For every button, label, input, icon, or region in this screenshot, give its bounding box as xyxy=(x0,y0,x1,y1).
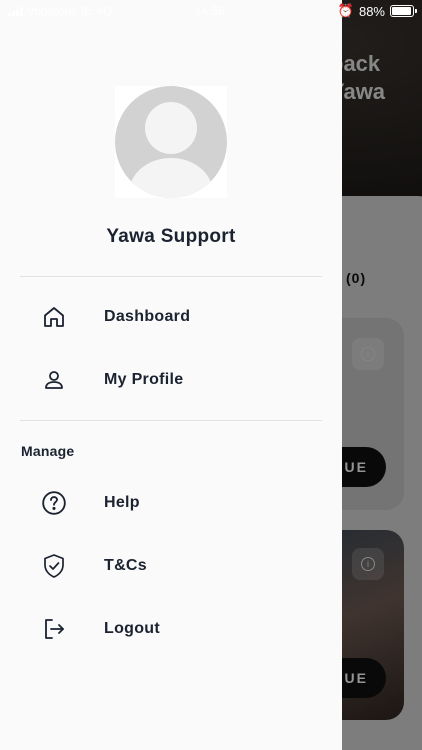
menu-item-dashboard[interactable]: Dashboard xyxy=(0,292,342,342)
shield-check-icon xyxy=(41,553,67,579)
status-right: ⏰ 88% xyxy=(337,3,417,19)
menu-item-help[interactable]: Help xyxy=(0,478,342,528)
status-bar: Vodafone IE 4G 14:56 ⏰ 88% xyxy=(0,0,422,22)
divider xyxy=(20,276,322,277)
menu-item-label: Logout xyxy=(104,620,160,637)
menu-item-label: Dashboard xyxy=(104,308,191,325)
menu-item-logout[interactable]: Logout xyxy=(0,604,342,654)
status-left: Vodafone IE 4G xyxy=(8,4,112,18)
divider xyxy=(20,420,322,421)
navigation-drawer: Yawa Support Dashboard My Profile Manage xyxy=(0,0,342,750)
user-name: Yawa Support xyxy=(106,226,236,247)
menu-item-terms[interactable]: T&Cs xyxy=(0,541,342,591)
help-circle-icon xyxy=(41,490,67,516)
signal-icon xyxy=(8,6,23,16)
avatar-placeholder-icon xyxy=(115,86,227,198)
menu-item-label: Help xyxy=(104,494,140,511)
clock: 14:56 xyxy=(195,4,226,18)
battery-percent: 88% xyxy=(358,3,385,19)
alarm-icon: ⏰ xyxy=(337,3,354,18)
avatar[interactable] xyxy=(115,86,227,198)
menu-item-label: T&Cs xyxy=(104,557,147,574)
network-label: 4G xyxy=(96,4,113,18)
menu-item-label: My Profile xyxy=(104,371,184,388)
menu-item-my-profile[interactable]: My Profile xyxy=(0,355,342,405)
person-icon xyxy=(41,367,67,393)
home-icon xyxy=(41,304,67,330)
battery-icon xyxy=(390,5,417,17)
section-title-manage: Manage xyxy=(21,443,75,459)
carrier-label: Vodafone IE xyxy=(27,4,93,18)
logout-icon xyxy=(41,616,67,642)
